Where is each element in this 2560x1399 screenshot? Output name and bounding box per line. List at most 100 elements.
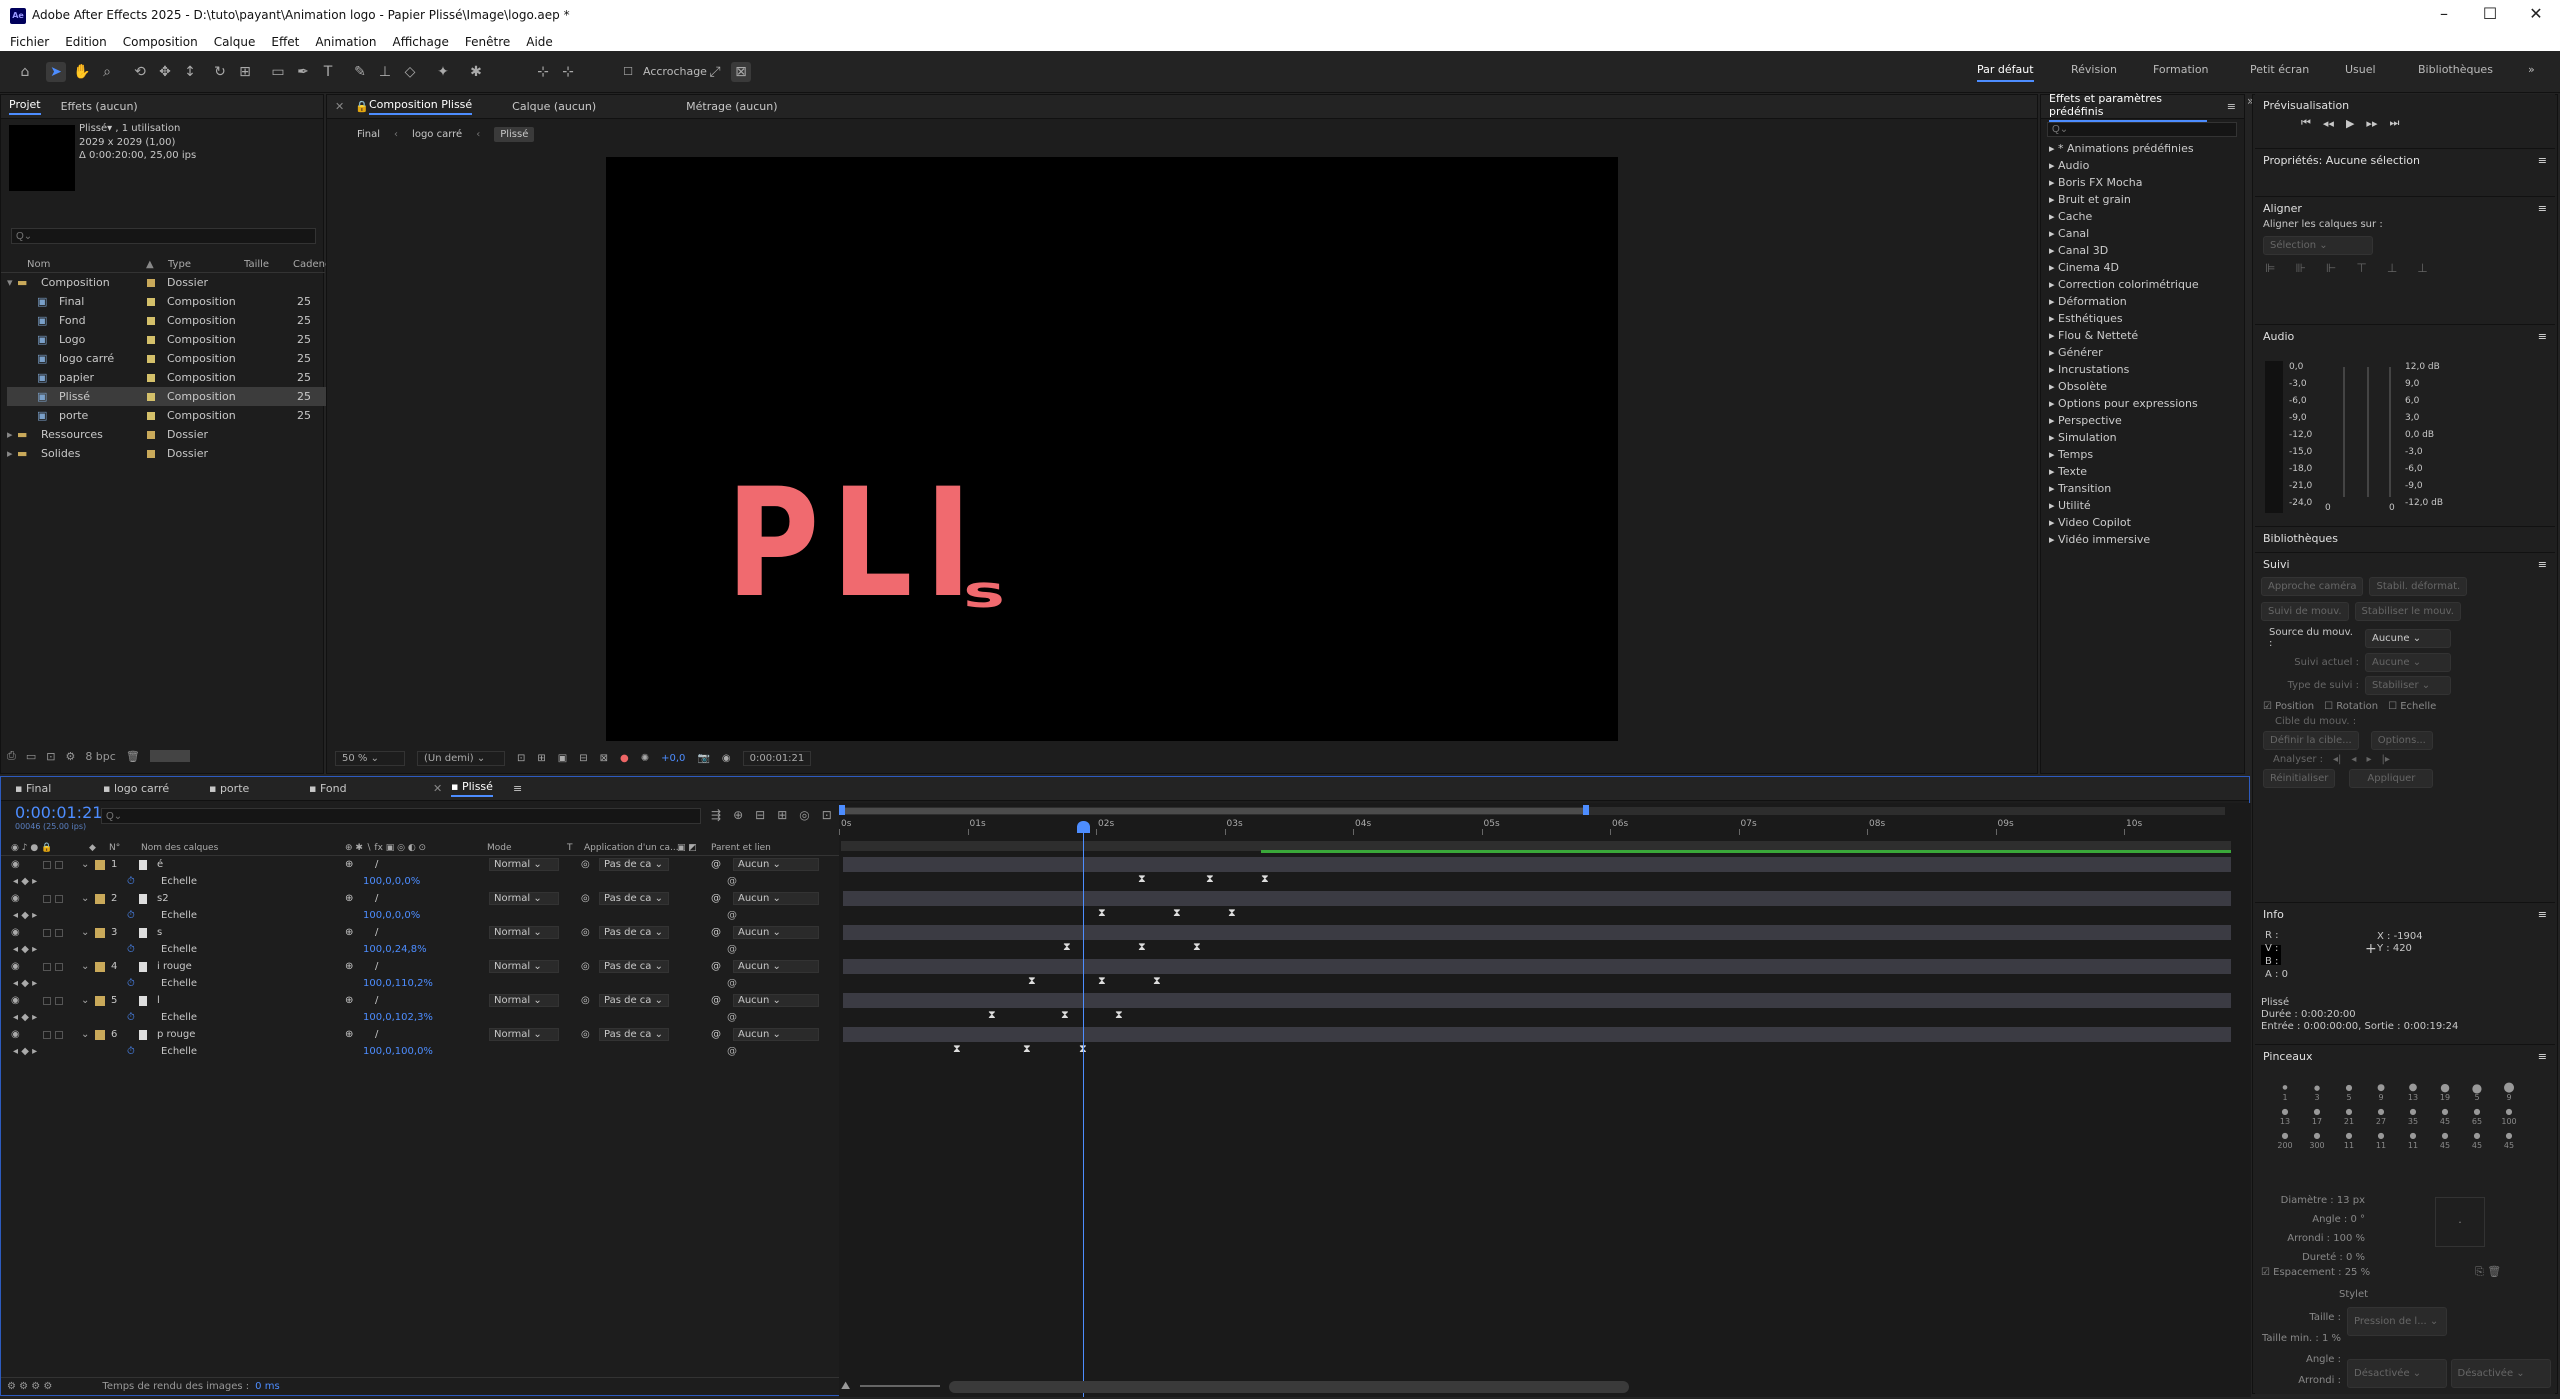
brush-roundness[interactable]: Arrondi : 100 % bbox=[2255, 1229, 2365, 1248]
label-icon[interactable]: ▲ bbox=[146, 259, 154, 270]
spacing-checkbox[interactable]: ☑ Espacement : 25 % bbox=[2261, 1267, 2370, 1278]
shy-switch-icon[interactable]: ⊕ bbox=[345, 961, 353, 972]
exposure-value[interactable]: +0,0 bbox=[661, 753, 685, 764]
solo-toggle[interactable] bbox=[43, 996, 51, 1005]
parent-pickwhip-icon[interactable]: @ bbox=[711, 961, 721, 972]
prev-frame-icon[interactable]: ◂◂ bbox=[2323, 117, 2334, 130]
brush-hardness[interactable]: Dureté : 0 % bbox=[2255, 1248, 2365, 1267]
expression-pickwhip-icon[interactable]: @ bbox=[727, 1012, 737, 1023]
menu-composition[interactable]: Composition bbox=[123, 35, 198, 49]
brush-preset[interactable]: ● 11 bbox=[2397, 1131, 2429, 1151]
project-item[interactable]: ▣ Final Composition 25 bbox=[7, 292, 327, 311]
text-tool-icon[interactable]: T bbox=[318, 62, 338, 82]
layer-duration-bar[interactable] bbox=[843, 1027, 2231, 1042]
expand-icon[interactable]: ▸ bbox=[2049, 414, 2058, 427]
visibility-icon[interactable]: ◉ bbox=[11, 995, 20, 1006]
libraries-title[interactable]: Bibliothèques bbox=[2255, 527, 2555, 549]
project-item[interactable]: ▣ porte Composition 25 bbox=[7, 406, 327, 425]
menu-fenetre[interactable]: Fenêtre bbox=[465, 35, 510, 49]
analyze-back-icon[interactable]: ◂| bbox=[2333, 754, 2341, 765]
puppet-tool-icon[interactable]: ✱ bbox=[466, 62, 486, 82]
folder-toggle-icon[interactable]: ▸ bbox=[7, 428, 17, 441]
menu-affichage[interactable]: Affichage bbox=[393, 35, 449, 49]
brush-preset[interactable]: ● 65 bbox=[2461, 1107, 2493, 1127]
expand-icon[interactable]: ▸ bbox=[2049, 448, 2058, 461]
brush-diameter[interactable]: Diamètre : 13 px bbox=[2255, 1191, 2365, 1210]
brush-preset[interactable]: ● 45 bbox=[2493, 1131, 2525, 1151]
timeline-timecode[interactable]: 0:00:01:21 bbox=[15, 803, 102, 822]
dolly-tool-icon[interactable]: ↕ bbox=[180, 62, 200, 82]
close-icon[interactable]: ✕ bbox=[2516, 4, 2556, 23]
snap-checkbox[interactable]: ☐ bbox=[618, 62, 638, 82]
track-matte-icon[interactable]: ◎ bbox=[581, 859, 590, 870]
zoom-out-icon[interactable]: ⛰ bbox=[841, 1379, 850, 1393]
home-icon[interactable]: ⌂ bbox=[15, 62, 35, 82]
parent-pickwhip-icon[interactable]: @ bbox=[711, 995, 721, 1006]
brush-preset[interactable]: ● 9 bbox=[2493, 1081, 2525, 1103]
align-hcenter-icon[interactable]: ⊪ bbox=[2295, 261, 2305, 275]
effect-category[interactable]: ▸ Temps bbox=[2041, 446, 2244, 463]
keyframe-icon[interactable]: ⧗ bbox=[1023, 1042, 1031, 1056]
pen-tool-icon[interactable]: ✒ bbox=[293, 62, 313, 82]
shy-switch-icon[interactable]: ⊕ bbox=[345, 859, 353, 870]
label-color-icon[interactable] bbox=[147, 392, 155, 401]
axis-local-icon[interactable]: ⊹ bbox=[533, 62, 553, 82]
comp-timecode[interactable]: 0:00:01:21 bbox=[742, 751, 812, 766]
brush-preset[interactable]: ● 13 bbox=[2397, 1083, 2429, 1103]
track-motion-button[interactable]: Suivi de mouv. bbox=[2261, 602, 2349, 621]
audio-slider-right[interactable] bbox=[2389, 367, 2391, 497]
effect-category[interactable]: ▸ Incrustations bbox=[2041, 361, 2244, 378]
layer-expand-icon[interactable]: ⌄ bbox=[81, 859, 89, 870]
keyframe-icon[interactable]: ⧗ bbox=[1061, 1008, 1069, 1022]
brush-preset[interactable]: ● 300 bbox=[2301, 1131, 2333, 1151]
col-rate[interactable]: Cadenc bbox=[293, 259, 330, 270]
effect-category[interactable]: ▸ Obsolète bbox=[2041, 378, 2244, 395]
work-area-range[interactable] bbox=[841, 808, 1587, 814]
expand-icon[interactable]: ▸ bbox=[2049, 397, 2058, 410]
timeline-tab-porte[interactable]: ▪ porte bbox=[209, 782, 309, 795]
visibility-icon[interactable]: ◉ bbox=[11, 961, 20, 972]
solo-toggle[interactable] bbox=[43, 1030, 51, 1039]
panel-menu-icon[interactable]: ≡ bbox=[2538, 908, 2547, 921]
last-frame-icon[interactable]: ⏭ bbox=[2389, 116, 2399, 130]
project-item[interactable]: ▣ logo carré Composition 25 bbox=[7, 349, 327, 368]
track-matte-icon[interactable]: ◎ bbox=[581, 927, 590, 938]
layer-row[interactable]: ◉ ⌄ 4 i rouge ⊕ / Normal ⌄ ◎ Pas de ca ⌄… bbox=[9, 958, 839, 975]
blend-mode-dropdown[interactable]: Normal ⌄ bbox=[489, 1028, 559, 1041]
keyframe-icon[interactable]: ⧗ bbox=[1115, 1008, 1123, 1022]
graph-editor-icon[interactable]: ⊡ bbox=[822, 808, 832, 822]
expression-pickwhip-icon[interactable]: @ bbox=[727, 1046, 737, 1057]
breadcrumb-final[interactable]: Final bbox=[357, 129, 380, 140]
brush-preset[interactable]: ● 45 bbox=[2429, 1131, 2461, 1151]
stopwatch-icon[interactable]: ⏱ bbox=[127, 1046, 135, 1057]
clone-stamp-tool-icon[interactable]: ⊥ bbox=[375, 62, 395, 82]
parent-pickwhip-icon[interactable]: @ bbox=[711, 859, 721, 870]
align-target-dropdown[interactable]: Sélection ⌄ bbox=[2263, 236, 2373, 255]
effect-category[interactable]: ▸ * Animations prédéfinies bbox=[2041, 140, 2244, 157]
effects-search-input[interactable] bbox=[2047, 122, 2237, 137]
render-toggle-icons[interactable]: ⚙ ⚙ ⚙ ⚙ bbox=[7, 1381, 52, 1392]
track-matte-icon[interactable]: ◎ bbox=[581, 995, 590, 1006]
label-color-icon[interactable] bbox=[147, 335, 155, 344]
effect-category[interactable]: ▸ Boris FX Mocha bbox=[2041, 174, 2244, 191]
lock-toggle[interactable] bbox=[55, 928, 63, 937]
keyframe-icon[interactable]: ⧗ bbox=[988, 1008, 996, 1022]
panel-menu-icon[interactable]: ≡ bbox=[2538, 1050, 2547, 1063]
layer-label-color[interactable] bbox=[95, 995, 105, 1006]
expression-pickwhip-icon[interactable]: @ bbox=[727, 944, 737, 955]
project-item[interactable]: ▣ Plissé Composition 25 bbox=[7, 387, 327, 406]
effects-title[interactable]: Effets et paramètres prédéfinis bbox=[2049, 92, 2207, 122]
minimize-icon[interactable]: – bbox=[2424, 4, 2464, 23]
brush-preset[interactable]: ● 5 bbox=[2333, 1083, 2365, 1103]
blend-mode-dropdown[interactable]: Normal ⌄ bbox=[489, 858, 559, 871]
tracker-options-button[interactable]: Options... bbox=[2370, 731, 2433, 750]
expand-icon[interactable]: ▸ bbox=[2049, 516, 2058, 529]
shy-switch-icon[interactable]: ⊕ bbox=[345, 927, 353, 938]
parent-dropdown[interactable]: Aucun ⌄ bbox=[733, 1028, 819, 1041]
breadcrumb-logo-carre[interactable]: logo carré bbox=[412, 129, 462, 140]
solo-toggle[interactable] bbox=[43, 928, 51, 937]
workspace-revision[interactable]: Révision bbox=[2071, 63, 2117, 76]
stopwatch-icon[interactable]: ⏱ bbox=[127, 978, 135, 989]
effect-category[interactable]: ▸ Simulation bbox=[2041, 429, 2244, 446]
orbit-tool-icon[interactable]: ⟲ bbox=[130, 62, 150, 82]
